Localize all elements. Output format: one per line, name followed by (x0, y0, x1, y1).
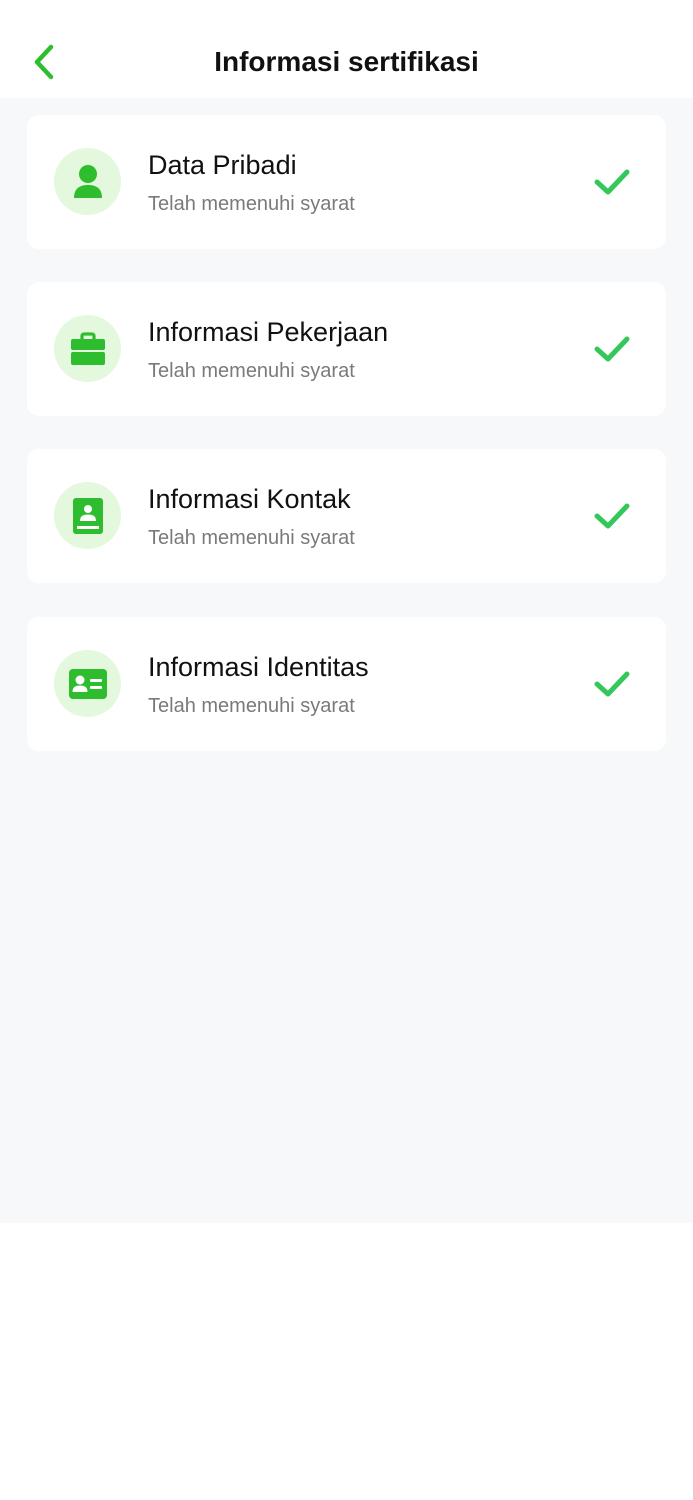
icon-badge (54, 315, 121, 382)
check-icon (594, 169, 630, 195)
card-status: Telah memenuhi syarat (148, 193, 355, 215)
person-icon (73, 164, 102, 198)
check-icon (594, 336, 630, 362)
id-card-icon (68, 668, 107, 699)
check-icon (594, 503, 630, 529)
card-informasi-kontak[interactable]: Informasi Kontak Telah memenuhi syarat (27, 449, 666, 583)
card-title: Informasi Kontak (148, 484, 351, 514)
card-status: Telah memenuhi syarat (148, 360, 355, 382)
icon-badge (54, 650, 121, 717)
card-title: Informasi Identitas (148, 652, 369, 682)
card-title: Informasi Pekerjaan (148, 317, 389, 347)
card-status: Telah memenuhi syarat (148, 695, 355, 717)
check-icon (594, 671, 630, 697)
page-title: Informasi sertifikasi (214, 46, 479, 77)
contact-book-icon (72, 497, 103, 534)
icon-badge (54, 482, 121, 549)
card-title: Data Pribadi (148, 150, 297, 180)
briefcase-icon (70, 331, 105, 365)
card-informasi-identitas[interactable]: Informasi Identitas Telah memenuhi syara… (27, 617, 666, 751)
header-bar: Informasi sertifikasi (0, 0, 693, 98)
card-data-pribadi[interactable]: Data Pribadi Telah memenuhi syarat (27, 115, 666, 249)
card-informasi-pekerjaan[interactable]: Informasi Pekerjaan Telah memenuhi syara… (27, 282, 666, 416)
content-area: Data Pribadi Telah memenuhi syarat Infor… (0, 98, 693, 1223)
icon-badge (54, 148, 121, 215)
card-status: Telah memenuhi syarat (148, 527, 355, 549)
